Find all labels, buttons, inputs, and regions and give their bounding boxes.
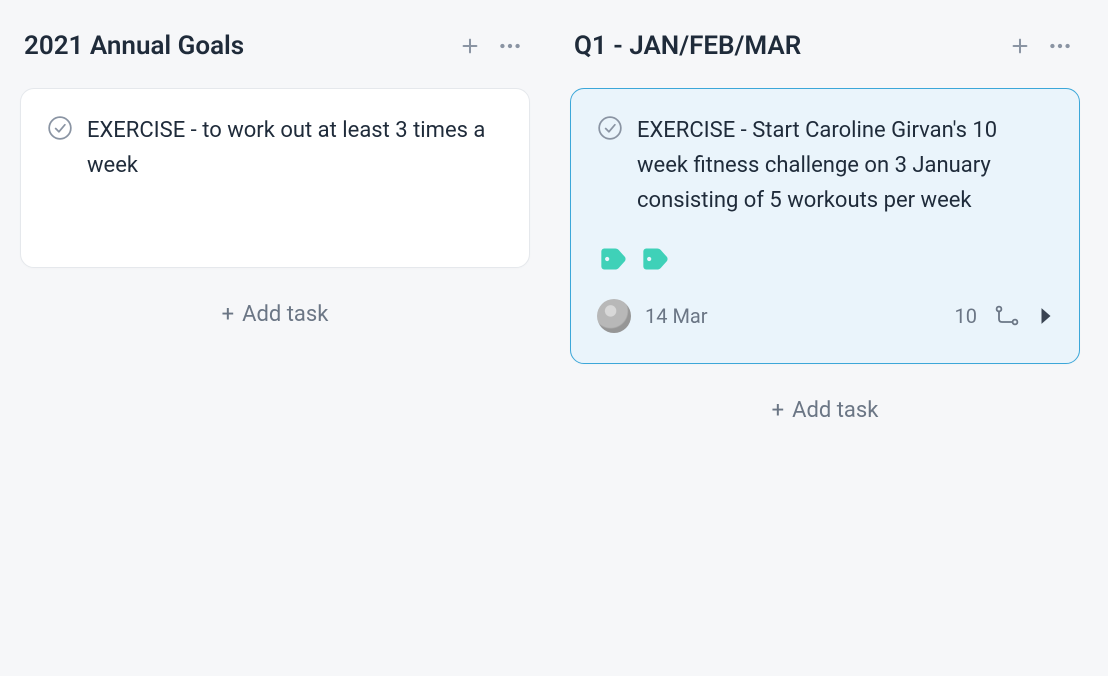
task-card[interactable]: EXERCISE - Start Caroline Girvan's 10 we…	[570, 88, 1080, 364]
plus-icon	[459, 35, 481, 57]
check-circle-icon	[597, 115, 623, 141]
add-task-button[interactable]: + Add task	[20, 296, 530, 333]
tag-icon[interactable]	[641, 247, 669, 271]
column-title[interactable]: Q1 - JAN/FEB/MAR	[574, 31, 1004, 61]
tag-icon[interactable]	[599, 247, 627, 271]
column-menu-button[interactable]	[1044, 30, 1076, 62]
add-task-label: Add task	[242, 302, 328, 327]
card-title-row: EXERCISE - Start Caroline Girvan's 10 we…	[597, 113, 1053, 219]
tag-row	[599, 247, 1053, 271]
add-card-button[interactable]	[1004, 30, 1036, 62]
card-title: EXERCISE - to work out at least 3 times …	[87, 113, 503, 183]
card-meta-row: 14 Mar 10	[597, 299, 1053, 333]
plus-icon	[1009, 35, 1031, 57]
card-title-row: EXERCISE - to work out at least 3 times …	[47, 113, 503, 183]
more-horizontal-icon	[497, 33, 523, 59]
column-header: 2021 Annual Goals	[20, 30, 530, 62]
subtask-count: 10	[955, 304, 977, 328]
check-circle-icon	[47, 115, 73, 141]
assignee-avatar[interactable]	[597, 299, 631, 333]
task-card[interactable]: EXERCISE - to work out at least 3 times …	[20, 88, 530, 268]
subtask-icon	[995, 305, 1023, 327]
add-task-button[interactable]: + Add task	[570, 392, 1080, 429]
column-title[interactable]: 2021 Annual Goals	[24, 31, 454, 61]
add-card-button[interactable]	[454, 30, 486, 62]
complete-toggle[interactable]	[597, 115, 623, 141]
complete-toggle[interactable]	[47, 115, 73, 141]
plus-icon: +	[222, 302, 234, 327]
column-menu-button[interactable]	[494, 30, 526, 62]
due-date[interactable]: 14 Mar	[645, 304, 708, 328]
expand-subtasks-button[interactable]	[1039, 307, 1053, 325]
board-column: Q1 - JAN/FEB/MAR EXERCISE - Start Caroli…	[570, 30, 1080, 646]
more-horizontal-icon	[1047, 33, 1073, 59]
plus-icon: +	[772, 398, 784, 423]
add-task-label: Add task	[792, 398, 878, 423]
column-header: Q1 - JAN/FEB/MAR	[570, 30, 1080, 62]
card-title: EXERCISE - Start Caroline Girvan's 10 we…	[637, 113, 1053, 219]
board-column: 2021 Annual Goals EXERCISE - to work out…	[20, 30, 530, 646]
caret-right-icon	[1039, 307, 1053, 325]
